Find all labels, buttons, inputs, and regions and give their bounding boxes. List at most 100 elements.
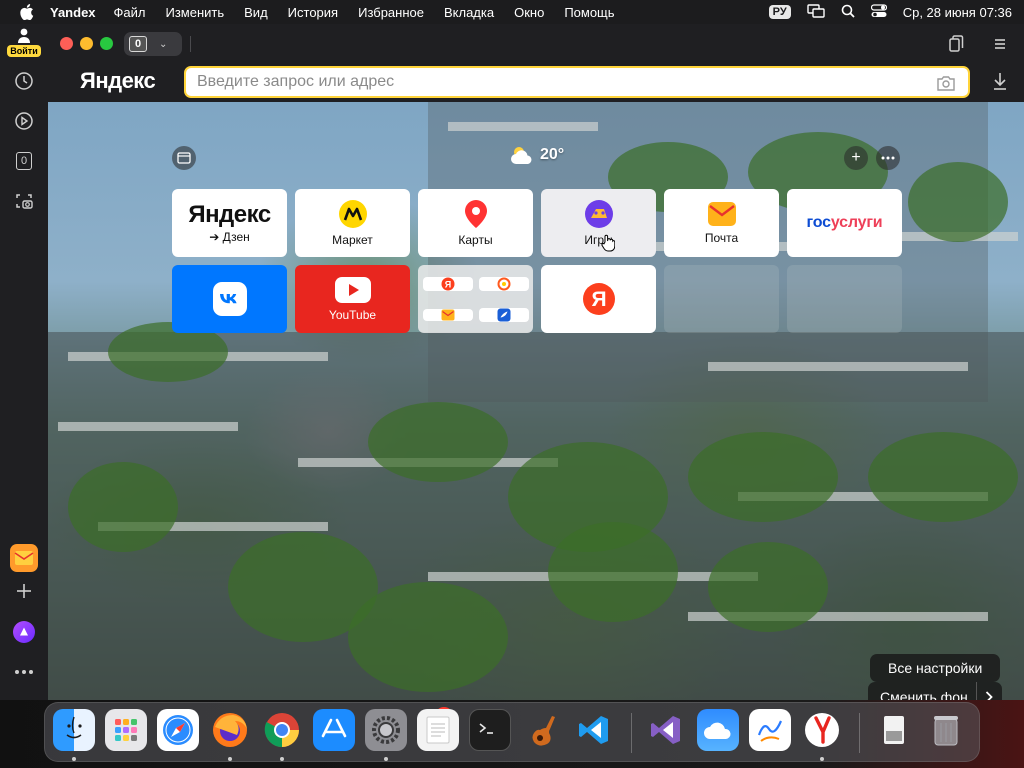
folder-disk-icon: [478, 307, 529, 322]
bookmarks-icon[interactable]: [946, 34, 966, 54]
menu-view[interactable]: Вид: [244, 5, 268, 20]
title-bar: Войти 0 ⌄: [0, 24, 1024, 64]
app-store-icon[interactable]: [313, 709, 355, 751]
menu-tab[interactable]: Вкладка: [444, 5, 494, 20]
tile-market[interactable]: Маркет: [295, 189, 410, 257]
tile-yandex-title: Яндекс: [188, 200, 271, 228]
hand-cursor-icon: [601, 234, 615, 252]
yandex-browser-icon[interactable]: [801, 709, 843, 751]
menu-favorites[interactable]: Избранное: [358, 5, 424, 20]
input-language-indicator[interactable]: РУ: [768, 5, 791, 19]
weather-widget[interactable]: 20°: [508, 144, 564, 166]
address-bar[interactable]: [184, 66, 970, 98]
login-button[interactable]: Войти: [6, 28, 42, 60]
address-row: Яндекс: [48, 64, 1024, 102]
menu-file[interactable]: Файл: [114, 5, 146, 20]
screenshot-icon[interactable]: [12, 189, 36, 213]
alice-assistant-icon[interactable]: [12, 620, 36, 644]
tile-layout-toggle[interactable]: [172, 146, 196, 170]
safari-icon[interactable]: [157, 709, 199, 751]
map-pin-icon: [464, 200, 487, 228]
tile-maps-label: Карты: [458, 233, 493, 247]
yandex-logo[interactable]: Яндекс: [80, 68, 156, 94]
download-icon[interactable]: [990, 70, 1010, 92]
window-minimize-button[interactable]: [80, 37, 93, 50]
tile-yandex-dzen[interactable]: Яндекс ➔ Дзен: [172, 189, 287, 257]
add-panel-icon[interactable]: [12, 579, 36, 603]
sidebar-tabs-button[interactable]: 0: [12, 149, 36, 173]
window-close-button[interactable]: [60, 37, 73, 50]
tab-counter-button[interactable]: 0 ⌄: [124, 32, 182, 56]
spotlight-search-icon[interactable]: [841, 4, 855, 21]
tile-yandex[interactable]: Я: [541, 265, 656, 333]
video-play-icon[interactable]: [12, 109, 36, 133]
tile-empty-slot[interactable]: [664, 265, 779, 333]
terminal-icon[interactable]: [469, 709, 511, 751]
chevron-right-icon: [986, 691, 993, 700]
trash-icon[interactable]: [925, 709, 967, 751]
new-tab-page: 20° + Яндекс ➔ Дзен Маркет Карты Игры По…: [48, 102, 1024, 700]
more-options-icon[interactable]: [12, 660, 36, 684]
apple-menu-icon[interactable]: [18, 4, 36, 20]
browser-menu-icon[interactable]: [990, 34, 1010, 54]
sidebar-tab-count: 0: [16, 152, 32, 170]
garageband-icon[interactable]: [521, 709, 563, 751]
tile-maps[interactable]: Карты: [418, 189, 533, 257]
address-input[interactable]: [197, 73, 917, 91]
firefox-icon[interactable]: [209, 709, 251, 751]
all-settings-button[interactable]: Все настройки: [870, 654, 1001, 682]
window-maximize-button[interactable]: [100, 37, 113, 50]
chrome-icon[interactable]: [261, 709, 303, 751]
tile-mail[interactable]: Почта: [664, 189, 779, 257]
menu-history[interactable]: История: [288, 5, 338, 20]
menu-edit[interactable]: Изменить: [166, 5, 225, 20]
screen-mirroring-icon[interactable]: [807, 3, 825, 21]
system-settings-icon[interactable]: [365, 709, 407, 751]
textedit-icon[interactable]: [417, 709, 459, 751]
tile-dzen-label: ➔ Дзен: [209, 229, 250, 244]
menu-window[interactable]: Окно: [514, 5, 544, 20]
launchpad-icon[interactable]: [105, 709, 147, 751]
more-options-button[interactable]: [876, 146, 900, 170]
camera-search-icon[interactable]: [936, 74, 956, 92]
tile-empty-slot[interactable]: [787, 265, 902, 333]
add-tile-button[interactable]: +: [844, 146, 868, 170]
mail-app-icon[interactable]: [10, 544, 38, 572]
freeform-icon[interactable]: [749, 709, 791, 751]
tile-market-label: Маркет: [332, 233, 373, 247]
market-icon: [338, 200, 367, 228]
next-background-button[interactable]: [975, 682, 1002, 700]
macos-dock: 2: [44, 702, 980, 762]
svg-text:Я: Я: [591, 288, 606, 311]
menubar-clock[interactable]: Ср, 28 июня 07:36: [903, 5, 1012, 20]
user-icon: [18, 28, 30, 43]
youtube-play-icon: [334, 277, 371, 303]
yandex-red-logo-icon: Я: [582, 283, 615, 315]
tile-youtube[interactable]: YouTube: [295, 265, 410, 333]
login-label: Войти: [7, 45, 41, 57]
tab-count: 0: [129, 36, 147, 52]
tile-gosuslugi-logo: госуслуги: [806, 214, 883, 231]
sidebar: 0: [0, 64, 48, 700]
change-background-button[interactable]: Сменить фон: [868, 682, 1002, 700]
folder-music-icon: [478, 276, 529, 291]
vk-icon: [212, 282, 247, 316]
vscode-icon[interactable]: [573, 709, 615, 751]
tile-gosuslugi[interactable]: госуслуги: [787, 189, 902, 257]
tile-vk[interactable]: [172, 265, 287, 333]
folder-mail-icon: [422, 308, 473, 321]
finder-icon[interactable]: [53, 709, 95, 751]
downloads-stack-icon[interactable]: [873, 709, 915, 751]
app-menu[interactable]: Yandex: [50, 5, 96, 20]
menu-help[interactable]: Помощь: [564, 5, 614, 20]
folder-yandex-icon: Я: [422, 276, 473, 291]
mail-icon: [707, 202, 736, 226]
visual-studio-icon[interactable]: [645, 709, 687, 751]
svg-text:Я: Я: [444, 279, 450, 289]
toolbar-divider: [190, 36, 191, 52]
tile-folder[interactable]: Я: [418, 265, 533, 333]
control-center-icon[interactable]: [870, 3, 887, 21]
history-icon[interactable]: [12, 69, 36, 93]
weather-app-icon[interactable]: [697, 709, 739, 751]
tile-games[interactable]: Игры: [541, 189, 656, 257]
